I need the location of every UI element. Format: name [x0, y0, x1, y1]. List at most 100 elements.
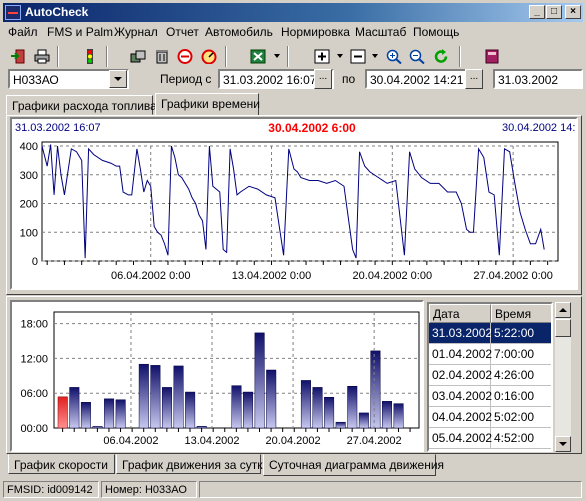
stop-icon [177, 49, 193, 64]
table-cell-date[interactable]: 05.04.2002 [429, 428, 492, 449]
table-cell-time[interactable]: 4:26:00 [491, 365, 551, 386]
tab-fuel-charts[interactable]: Графики расхода топлива [6, 95, 157, 115]
table-cell-time[interactable]: 7:00:00 [491, 344, 551, 365]
table-scrollbar[interactable] [555, 302, 571, 452]
period-label: Период с [160, 72, 212, 86]
traffic-light-button[interactable] [79, 46, 101, 67]
to-label: по [342, 72, 356, 86]
bar[interactable] [104, 398, 115, 429]
table-cell-date[interactable]: 04.04.2002 [429, 407, 492, 428]
print-button[interactable] [31, 46, 53, 67]
refresh-icon [434, 49, 448, 63]
remove-button[interactable] [347, 46, 369, 67]
tab-daily-movement-chart[interactable]: График движения за сутки [116, 454, 269, 474]
add-button[interactable] [311, 46, 333, 67]
tab-daily-movement-diagram[interactable]: Суточная диаграмма движения [263, 454, 444, 476]
bar[interactable] [393, 403, 404, 429]
menu-fms-palm[interactable]: FMS и Palm [47, 25, 113, 39]
bar[interactable] [80, 402, 91, 429]
speedometer-icon [201, 49, 217, 64]
minimize-button[interactable]: _ [529, 5, 545, 19]
tab-time-charts[interactable]: Графики времени [155, 93, 260, 115]
zoom-in-button[interactable] [383, 46, 405, 67]
bar[interactable] [335, 421, 346, 429]
bar[interactable] [150, 365, 161, 429]
top-tabs: Графики расхода топлива Графики времени [6, 93, 581, 115]
date-extra-field[interactable]: 31.03.2002 [493, 69, 583, 89]
bar[interactable] [138, 363, 149, 429]
delete-icon [156, 50, 168, 64]
vehicle-value: Н033АО [13, 73, 59, 87]
bar[interactable] [161, 387, 172, 429]
bar[interactable] [370, 350, 381, 429]
remove-dropdown-arrow[interactable] [372, 54, 378, 58]
bar[interactable] [69, 387, 80, 429]
table-cell-time[interactable]: 5:02:00 [491, 407, 551, 428]
refresh-button[interactable] [430, 46, 452, 67]
stop-button[interactable] [174, 46, 196, 67]
bar[interactable] [231, 385, 242, 429]
bar[interactable] [92, 426, 103, 429]
menu-report[interactable]: Отчет [166, 25, 199, 39]
bar[interactable] [358, 412, 369, 429]
bar[interactable] [196, 426, 207, 429]
menu-scale[interactable]: Масштаб [355, 25, 406, 39]
bar-chart-svg: 18:00 12:00 06:00 00:00 06.04.2002 13.04.2002… [20, 311, 420, 447]
app-icon [5, 5, 21, 20]
scroll-thumb[interactable] [555, 319, 571, 337]
table-cell-date[interactable]: 03.04.2002 [429, 386, 492, 407]
menu-normalization[interactable]: Нормировка [281, 25, 350, 39]
print-icon [34, 49, 50, 64]
menu-help[interactable]: Помощь [413, 25, 459, 39]
bar[interactable] [347, 385, 358, 429]
delete-button[interactable] [151, 46, 173, 67]
book-button[interactable] [481, 46, 503, 67]
table-cell-date[interactable]: 02.04.2002 [429, 365, 492, 386]
bar[interactable] [57, 396, 68, 429]
bar[interactable] [173, 365, 184, 429]
bar[interactable] [266, 369, 277, 429]
date-from-picker-button[interactable]: ... [314, 69, 332, 89]
time-column-header[interactable]: Время [491, 304, 551, 323]
bar[interactable] [243, 391, 254, 429]
arrow-up-icon [559, 308, 567, 312]
vehicle-dropdown-button[interactable] [109, 70, 127, 88]
bar[interactable] [382, 401, 393, 429]
speedometer-button[interactable] [198, 46, 220, 67]
menu-journal[interactable]: Журнал [114, 25, 158, 39]
scroll-up-button[interactable] [555, 302, 571, 318]
date-column-header[interactable]: Дата [429, 304, 491, 323]
bar[interactable] [300, 380, 311, 429]
add-dropdown-arrow[interactable] [337, 54, 343, 58]
book-icon [485, 49, 499, 64]
table-cell-date[interactable]: 31.03.2002 [429, 323, 492, 344]
vehicle-select[interactable]: Н033АО [8, 69, 129, 89]
menu-file[interactable]: Файл [8, 25, 38, 39]
tab-speed-chart[interactable]: График скорости [8, 454, 115, 474]
x-tick-label: 27.04.2002 0:00 [473, 270, 553, 282]
maximize-button[interactable]: □ [546, 5, 562, 19]
table-cell-date[interactable]: 01.04.2002 [429, 344, 492, 365]
excel-button[interactable] [247, 46, 269, 67]
bar[interactable] [115, 399, 126, 429]
scroll-down-button[interactable] [555, 436, 571, 452]
title-bar[interactable]: AutoCheck _ □ × [3, 3, 583, 22]
excel-dropdown-arrow[interactable] [274, 54, 280, 58]
table-cell-time[interactable]: 0:16:00 [491, 386, 551, 407]
bar[interactable] [254, 332, 265, 429]
date-to-picker-button[interactable]: ... [465, 69, 483, 89]
app-window: AutoCheck _ □ × Файл FMS и Palm Журнал О… [0, 0, 586, 501]
exit-button[interactable] [7, 46, 29, 67]
status-number: Номер: Н033АО [101, 481, 197, 498]
transfer-button[interactable] [127, 46, 149, 67]
zoom-out-button[interactable] [406, 46, 428, 67]
menu-vehicle[interactable]: Автомобиль [205, 25, 273, 39]
bar[interactable] [312, 387, 323, 429]
table-cell-time[interactable]: 5:22:00 [491, 323, 551, 344]
daily-movement-chart: 18:00 12:00 06:00 00:00 06.04.2002 13.04.2002… [10, 300, 424, 452]
bar[interactable] [324, 397, 335, 429]
bar[interactable] [185, 391, 196, 429]
table-cell-time[interactable]: 4:52:00 [491, 428, 551, 449]
close-button[interactable]: × [565, 5, 581, 19]
toolbar-separator [106, 46, 108, 67]
